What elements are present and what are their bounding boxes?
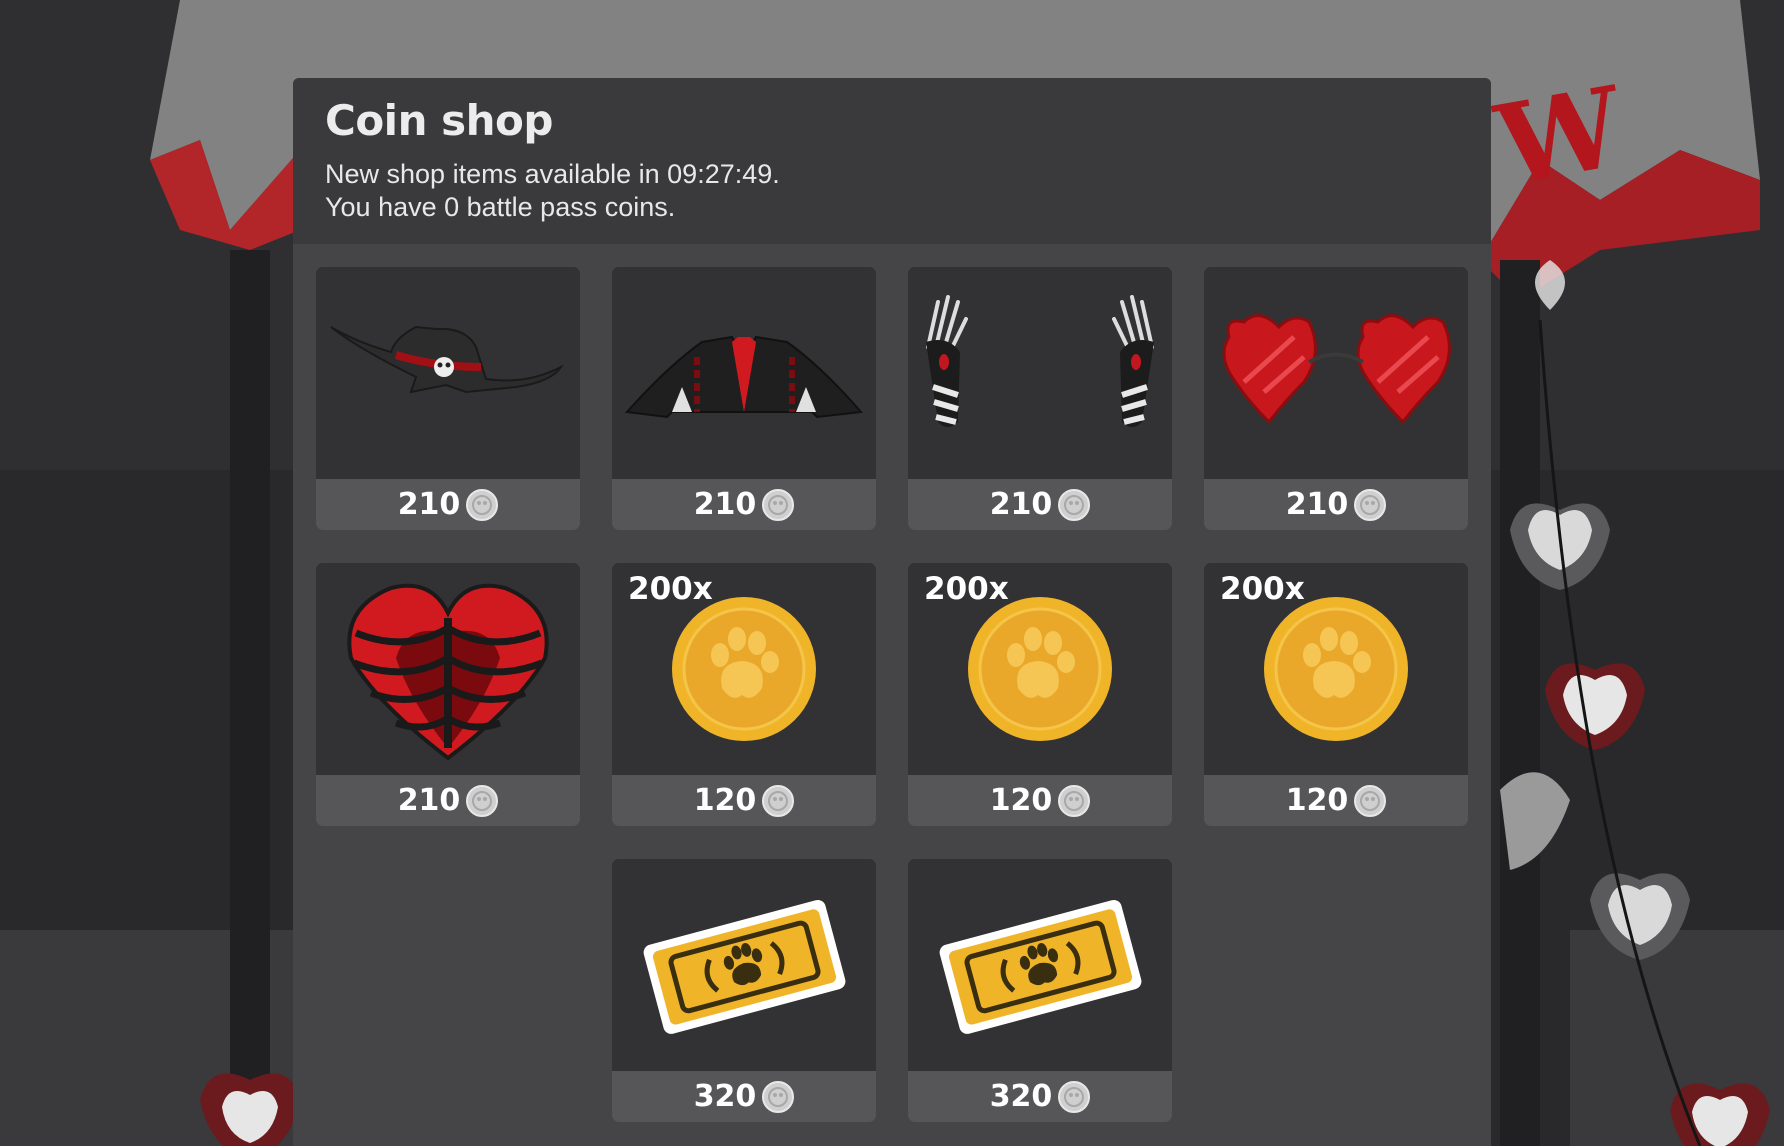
battle-pass-coin-icon bbox=[466, 784, 499, 817]
battle-pass-coin-icon bbox=[762, 488, 795, 521]
skull-hat-icon bbox=[316, 267, 580, 479]
battle-pass-coin-icon bbox=[1058, 784, 1091, 817]
price-label: 120 bbox=[1285, 783, 1349, 818]
price-bar: 120 bbox=[1204, 775, 1468, 826]
price-bar: 210 bbox=[612, 479, 876, 530]
price-bar: 120 bbox=[612, 775, 876, 826]
price-bar: 320 bbox=[612, 1071, 876, 1122]
shop-item-hat[interactable]: 210 bbox=[316, 267, 580, 530]
shop-title: Coin shop bbox=[325, 96, 553, 145]
price-label: 210 bbox=[397, 783, 461, 818]
paw-ticket-icon bbox=[908, 859, 1172, 1071]
battle-pass-coin-icon bbox=[1058, 1080, 1091, 1113]
quantity-label: 200x bbox=[924, 571, 1009, 607]
coin-shop-modal: Coin shop New shop items available in 09… bbox=[293, 78, 1491, 1146]
svg-text:W: W bbox=[1487, 62, 1633, 211]
shop-item-paw-coins[interactable]: 200x 120 bbox=[908, 563, 1172, 826]
heart-glasses-icon bbox=[1204, 267, 1468, 479]
shop-item-gloves[interactable]: 210 bbox=[908, 267, 1172, 530]
price-label: 120 bbox=[693, 783, 757, 818]
coin-balance-text: You have 0 battle pass coins. bbox=[325, 192, 676, 223]
price-bar: 120 bbox=[908, 775, 1172, 826]
price-bar: 210 bbox=[908, 479, 1172, 530]
ribcage-heart-icon bbox=[316, 563, 580, 775]
battle-pass-coin-icon bbox=[1354, 488, 1387, 521]
jacket-icon bbox=[612, 267, 876, 479]
price-bar: 210 bbox=[316, 479, 580, 530]
price-bar: 210 bbox=[316, 775, 580, 826]
restock-timer-text: New shop items available in 09:27:49. bbox=[325, 159, 780, 190]
battle-pass-coin-icon bbox=[466, 488, 499, 521]
battle-pass-coin-icon bbox=[1058, 488, 1091, 521]
shop-item-paw-coins[interactable]: 200x 120 bbox=[612, 563, 876, 826]
battle-pass-coin-icon bbox=[762, 784, 795, 817]
shop-item-paw-ticket[interactable]: 320 bbox=[908, 859, 1172, 1122]
price-bar: 210 bbox=[1204, 479, 1468, 530]
quantity-label: 200x bbox=[1220, 571, 1305, 607]
battle-pass-coin-icon bbox=[762, 1080, 795, 1113]
shop-item-paw-ticket[interactable]: 320 bbox=[612, 859, 876, 1122]
price-bar: 320 bbox=[908, 1071, 1172, 1122]
shop-item-ribcage-heart[interactable]: 210 bbox=[316, 563, 580, 826]
battle-pass-coin-icon bbox=[1354, 784, 1387, 817]
price-label: 210 bbox=[693, 487, 757, 522]
shop-items-grid: 210 210 210 210 210 200x 120 200x 120 20… bbox=[316, 267, 1468, 1122]
price-label: 210 bbox=[397, 487, 461, 522]
empty-slot bbox=[316, 859, 580, 1122]
shop-item-paw-coins[interactable]: 200x 120 bbox=[1204, 563, 1468, 826]
paw-ticket-icon bbox=[612, 859, 876, 1071]
price-label: 210 bbox=[1285, 487, 1349, 522]
price-label: 120 bbox=[989, 783, 1053, 818]
shop-item-jacket[interactable]: 210 bbox=[612, 267, 876, 530]
gloves-icon bbox=[908, 267, 1172, 479]
price-label: 320 bbox=[693, 1079, 757, 1114]
price-label: 210 bbox=[989, 487, 1053, 522]
quantity-label: 200x bbox=[628, 571, 713, 607]
price-label: 320 bbox=[989, 1079, 1053, 1114]
shop-header: Coin shop New shop items available in 09… bbox=[293, 78, 1491, 244]
shop-item-heart-glasses[interactable]: 210 bbox=[1204, 267, 1468, 530]
